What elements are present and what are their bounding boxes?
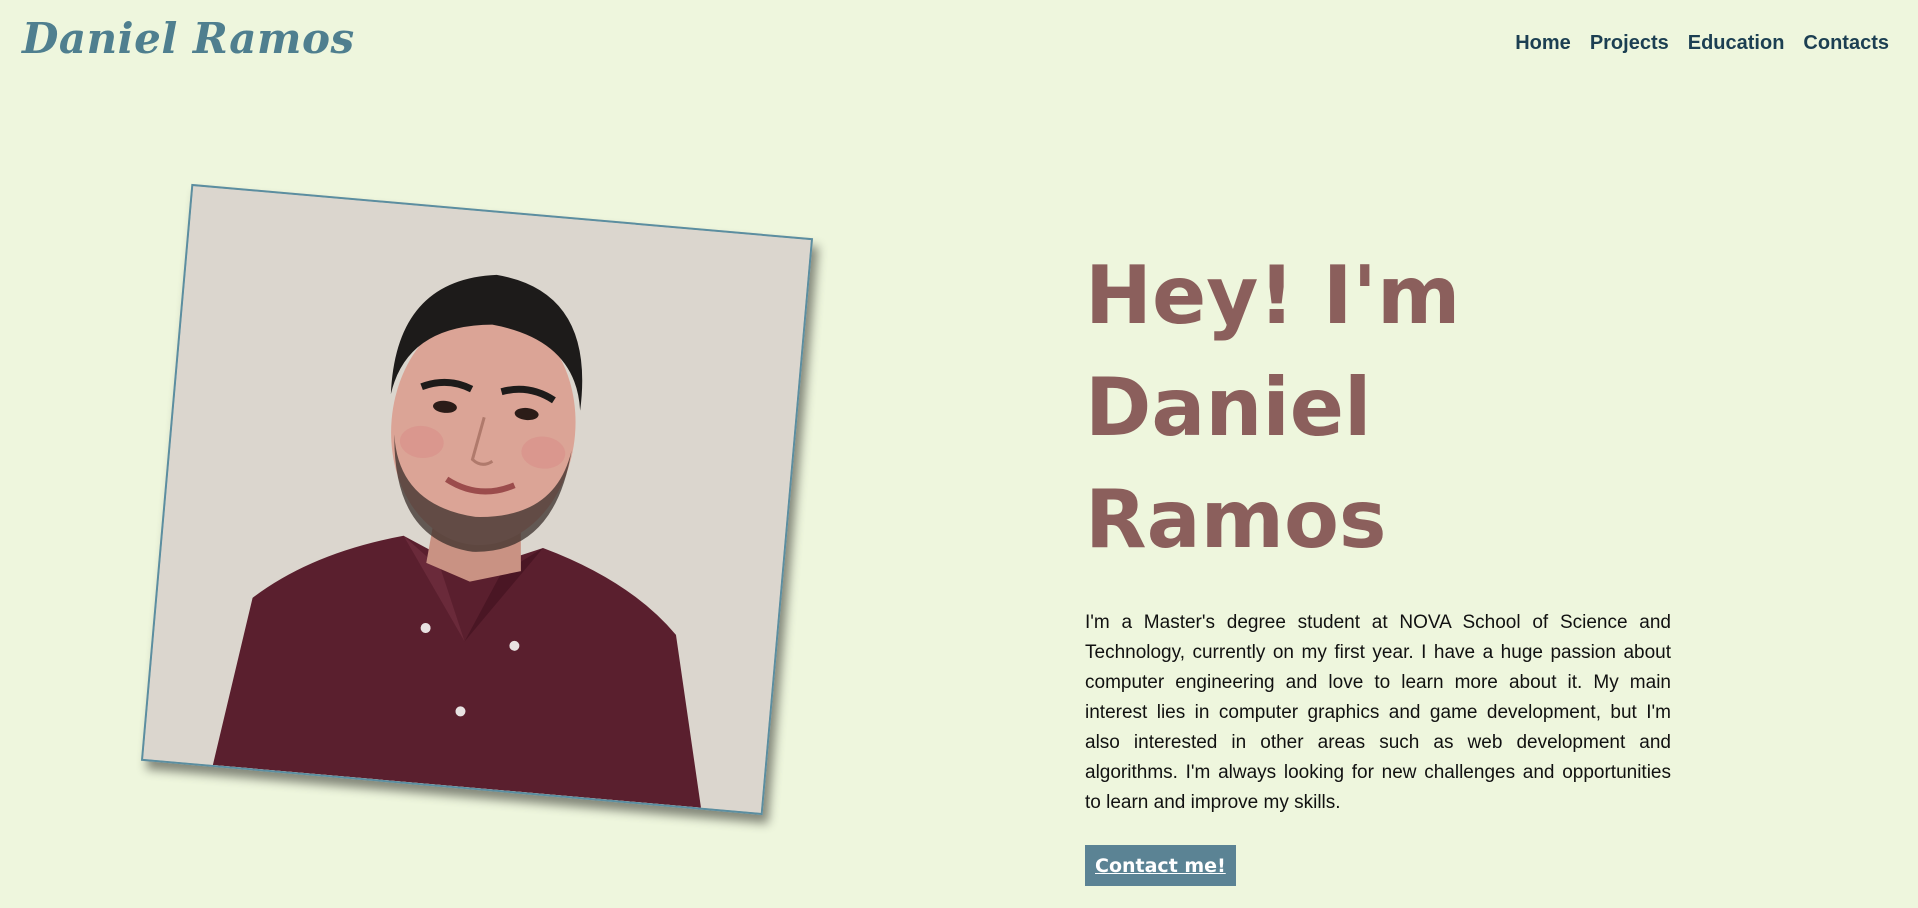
hero-section: Hey! I'm Daniel Ramos I'm a Master's deg…	[1085, 240, 1671, 886]
site-logo[interactable]: Daniel Ramos	[22, 14, 355, 63]
contact-me-button[interactable]: Contact me!	[1085, 845, 1236, 886]
hero-heading: Hey! I'm Daniel Ramos	[1085, 240, 1671, 576]
hero-heading-line2: Daniel Ramos	[1085, 361, 1387, 566]
nav-contacts[interactable]: Contacts	[1803, 32, 1889, 55]
main-nav: Home Projects Education Contacts	[1515, 32, 1889, 55]
nav-home[interactable]: Home	[1515, 32, 1571, 55]
nav-projects[interactable]: Projects	[1590, 32, 1669, 55]
portrait-illustration	[143, 186, 811, 813]
hero-bio: I'm a Master's degree student at NOVA Sc…	[1085, 612, 1671, 813]
nav-education[interactable]: Education	[1688, 32, 1785, 55]
hero-heading-line1: Hey! I'm	[1085, 249, 1461, 342]
profile-photo	[140, 183, 814, 816]
